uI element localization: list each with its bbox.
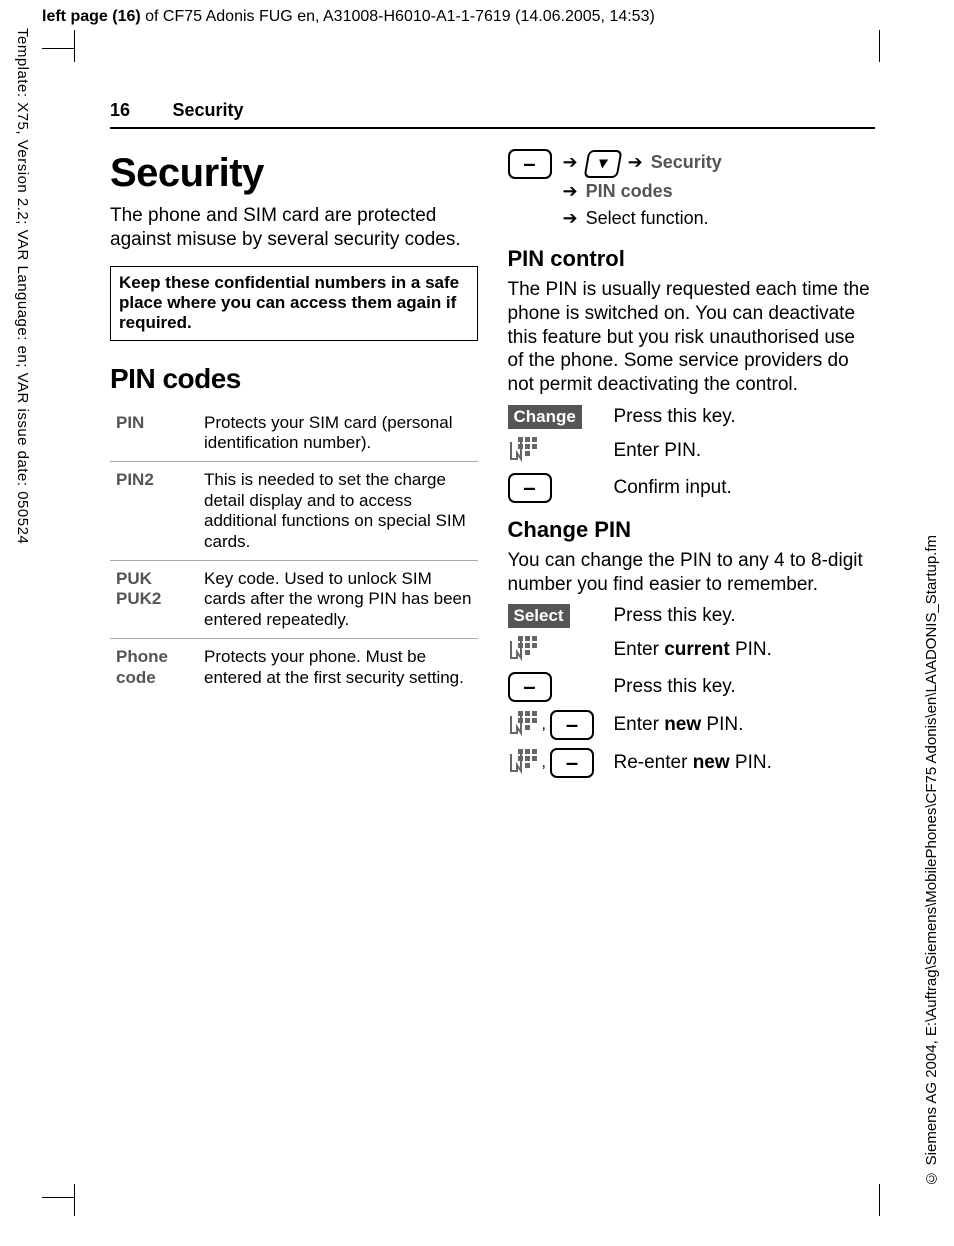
arrow-icon: ➔ xyxy=(628,149,643,176)
softkey-icon: – xyxy=(508,672,552,702)
t: new xyxy=(693,752,730,773)
page-number: 16 xyxy=(110,100,130,120)
crop-mark xyxy=(879,30,880,62)
pin-codes-heading: PIN codes xyxy=(110,363,478,395)
softkey-icon: – xyxy=(508,473,552,503)
step-text: Enter new PIN. xyxy=(614,714,744,736)
t: PIN. xyxy=(730,752,772,773)
step-text: Re-enter new PIN. xyxy=(614,752,772,774)
left-margin-note: Template: X75, Version 2.2; VAR Language… xyxy=(14,28,31,544)
step-row: Enter PIN. xyxy=(508,437,876,465)
note-box: Keep these confidential numbers in a saf… xyxy=(110,266,478,341)
t: new xyxy=(664,714,701,735)
change-pin-heading: Change PIN xyxy=(508,517,876,543)
pin-codes-table: PIN Protects your SIM card (personal ide… xyxy=(110,405,478,696)
comma: , xyxy=(542,716,546,734)
nav-step-security: Security xyxy=(651,152,722,172)
code-def: Key code. Used to unlock SIM cards after… xyxy=(198,561,478,639)
nav-path: – ➔ ▾ ➔ Security ➔ PIN codes ➔ Select fu… xyxy=(508,149,876,232)
crop-mark xyxy=(74,30,75,62)
step-row: – Confirm input. xyxy=(508,473,876,503)
nav-step-select: Select function. xyxy=(586,208,709,228)
code-term: PIN xyxy=(110,405,198,462)
step-row: , – Enter new PIN. xyxy=(508,710,876,740)
step-row: Select Press this key. xyxy=(508,604,876,628)
select-softkey: Select xyxy=(508,604,570,628)
arrow-icon: ➔ xyxy=(563,178,578,205)
crop-mark xyxy=(879,1184,880,1216)
step-row: Change Press this key. xyxy=(508,405,876,429)
right-margin-note: © Siemens AG 2004, E:\Auftrag\Siemens\Mo… xyxy=(923,535,940,1187)
t: Enter xyxy=(614,714,665,735)
step-text: Confirm input. xyxy=(614,477,732,499)
comma: , xyxy=(542,754,546,772)
menu-icon: ▾ xyxy=(583,150,622,178)
pin-control-body: The PIN is usually requested each time t… xyxy=(508,278,876,397)
crop-mark xyxy=(42,1197,74,1198)
keypad-icon xyxy=(508,636,538,664)
code-def: This is needed to set the charge detail … xyxy=(198,462,478,561)
change-softkey: Change xyxy=(508,405,582,429)
arrow-icon: ➔ xyxy=(563,149,578,176)
crop-mark xyxy=(42,48,74,49)
running-head: 16 Security xyxy=(110,100,875,129)
softkey-icon: – xyxy=(508,149,552,179)
table-row: Phone code Protects your phone. Must be … xyxy=(110,639,478,696)
code-def: Protects your phone. Must be entered at … xyxy=(198,639,478,696)
intro-paragraph: The phone and SIM card are protected aga… xyxy=(110,204,478,252)
softkey-icon: – xyxy=(550,710,594,740)
keypad-icon xyxy=(508,749,538,777)
t: Re-enter xyxy=(614,752,693,773)
page-title: Security xyxy=(110,151,478,196)
t: Enter xyxy=(614,639,665,660)
top-header: left page (16) of CF75 Adonis FUG en, A3… xyxy=(42,8,655,26)
table-row: PUK PUK2 Key code. Used to unlock SIM ca… xyxy=(110,561,478,639)
code-term: PIN2 xyxy=(110,462,198,561)
code-term: Phone code xyxy=(110,639,198,696)
step-row: – Press this key. xyxy=(508,672,876,702)
right-column: – ➔ ▾ ➔ Security ➔ PIN codes ➔ Select fu… xyxy=(508,149,876,786)
arrow-icon: ➔ xyxy=(563,205,578,232)
table-row: PIN2 This is needed to set the charge de… xyxy=(110,462,478,561)
pin-control-heading: PIN control xyxy=(508,246,876,272)
keypad-icon xyxy=(508,437,538,465)
top-header-bold: left page (16) xyxy=(42,8,141,25)
step-row: Enter current PIN. xyxy=(508,636,876,664)
left-column: Security The phone and SIM card are prot… xyxy=(110,149,478,786)
crop-mark xyxy=(74,1184,75,1216)
change-pin-body: You can change the PIN to any 4 to 8-dig… xyxy=(508,549,876,597)
table-row: PIN Protects your SIM card (personal ide… xyxy=(110,405,478,462)
code-def: Protects your SIM card (personal identif… xyxy=(198,405,478,462)
top-header-rest: of CF75 Adonis FUG en, A31008-H6010-A1-1… xyxy=(141,8,655,25)
page-content: 16 Security Security The phone and SIM c… xyxy=(110,100,875,786)
code-term: PUK PUK2 xyxy=(110,561,198,639)
t: PIN. xyxy=(730,639,772,660)
section-name: Security xyxy=(172,100,243,120)
step-text: Press this key. xyxy=(614,406,736,428)
step-text: Press this key. xyxy=(614,676,736,698)
t: current xyxy=(664,639,729,660)
nav-step-pin-codes: PIN codes xyxy=(586,181,673,201)
step-text: Enter PIN. xyxy=(614,440,702,462)
t: PIN. xyxy=(701,714,743,735)
softkey-icon: – xyxy=(550,748,594,778)
step-text: Press this key. xyxy=(614,605,736,627)
step-text: Enter current PIN. xyxy=(614,639,772,661)
keypad-icon xyxy=(508,711,538,739)
step-row: , – Re-enter new PIN. xyxy=(508,748,876,778)
